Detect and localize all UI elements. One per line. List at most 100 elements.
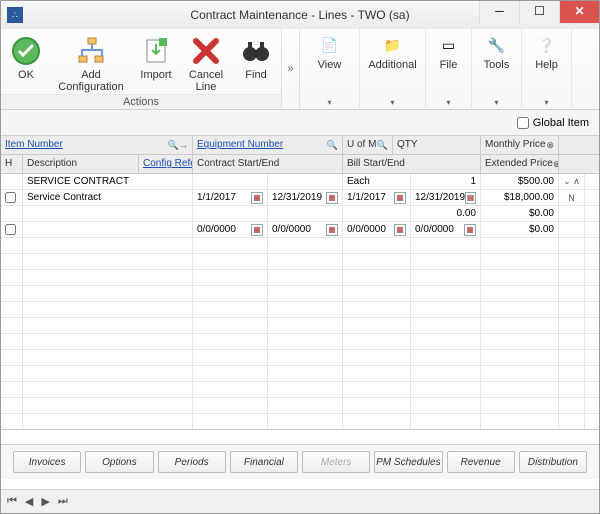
chevron-down-icon: ▾ xyxy=(426,98,471,107)
col-contract-start-end[interactable]: Contract Start/End xyxy=(193,155,343,173)
table-row[interactable] xyxy=(1,350,599,366)
group-caption-actions: Actions xyxy=(1,94,281,109)
calendar-icon[interactable]: ▦ xyxy=(251,192,263,204)
cell-extended[interactable]: $0.00 xyxy=(481,222,559,237)
table-row[interactable]: SERVICE CONTRACT Each 1 $500.00 ⌄ ∧ xyxy=(1,174,599,190)
cell-qty[interactable]: 0.00 xyxy=(411,206,481,221)
view-menu[interactable]: 📄 View ▾ xyxy=(300,29,360,109)
import-button[interactable]: Import xyxy=(131,29,181,95)
find-button[interactable]: Find xyxy=(231,29,281,95)
app-icon: ∴ xyxy=(7,7,23,23)
col-bill-start-end[interactable]: Bill Start/End xyxy=(343,155,481,173)
sort-icon[interactable]: ⊗ xyxy=(553,157,559,171)
table-row[interactable] xyxy=(1,302,599,318)
calendar-icon[interactable]: ▦ xyxy=(326,192,338,204)
calendar-icon[interactable]: ▦ xyxy=(394,224,406,236)
grid-body[interactable]: SERVICE CONTRACT Each 1 $500.00 ⌄ ∧ Serv… xyxy=(1,174,599,430)
options-button[interactable]: Options xyxy=(85,451,153,473)
nav-last-icon[interactable]: ⏭ xyxy=(58,495,68,508)
cell-monthly[interactable]: $500.00 xyxy=(481,174,559,189)
col-uom[interactable]: U of M🔍 xyxy=(343,136,393,154)
ok-button[interactable]: OK xyxy=(1,29,51,95)
calendar-icon[interactable]: ▦ xyxy=(326,224,338,236)
tools-menu[interactable]: 🔧 Tools ▾ xyxy=(472,29,522,109)
cell-item[interactable]: SERVICE CONTRACT xyxy=(23,174,193,189)
col-h[interactable]: H xyxy=(1,155,23,173)
maximize-button[interactable]: ☐ xyxy=(519,1,559,23)
lookup-icon[interactable]: 🔍 xyxy=(377,138,388,152)
table-row[interactable]: 0.00 $0.00 xyxy=(1,206,599,222)
global-item-checkbox[interactable] xyxy=(517,117,529,129)
col-monthly-price[interactable]: Monthly Price⊗ xyxy=(481,136,559,154)
ribbon-group-menus: 📄 View ▾ 📁 Additional ▾ ▭ File ▾ 🔧 Tools… xyxy=(300,29,572,109)
cell-bill-start[interactable]: 1/1/2017▦ xyxy=(343,190,411,205)
table-row[interactable]: Service Contract 1/1/2017▦ 12/31/2019▦ 1… xyxy=(1,190,599,206)
table-row[interactable] xyxy=(1,366,599,382)
document-icon: 📄 xyxy=(320,35,340,55)
table-row[interactable] xyxy=(1,254,599,270)
nav-next-icon[interactable]: ▶ xyxy=(41,495,49,508)
row-checkbox[interactable] xyxy=(5,192,16,203)
row-checkbox[interactable] xyxy=(5,224,16,235)
row-expand-icon[interactable]: ⌄ ∧ xyxy=(559,174,585,189)
calendar-icon[interactable]: ▦ xyxy=(465,192,476,204)
col-config-reference[interactable]: Config Reference🔍 xyxy=(139,155,193,173)
lookup-icon[interactable]: 🔍 xyxy=(327,138,338,152)
nav-prev-icon[interactable]: ◀ xyxy=(25,495,33,508)
sort-icon[interactable]: ⊗ xyxy=(546,138,554,152)
cell-contract-start[interactable]: 1/1/2017▦ xyxy=(193,190,268,205)
revenue-button[interactable]: Revenue xyxy=(447,451,515,473)
cell-bill-start[interactable]: 0/0/0000▦ xyxy=(343,222,411,237)
cell-contract-end[interactable]: 0/0/0000▦ xyxy=(268,222,343,237)
ribbon-expander[interactable]: » xyxy=(282,29,300,109)
col-equipment-number[interactable]: Equipment Number🔍 xyxy=(193,136,343,154)
cell-monthly[interactable]: $0.00 xyxy=(481,206,559,221)
nav-first-icon[interactable]: ⏮ xyxy=(7,495,17,508)
financial-button[interactable]: Financial xyxy=(230,451,298,473)
col-item-number[interactable]: Item Number🔍→ xyxy=(1,136,193,154)
calendar-icon[interactable]: ▦ xyxy=(394,192,406,204)
col-qty[interactable]: QTY xyxy=(393,136,481,154)
table-row[interactable] xyxy=(1,398,599,414)
help-menu[interactable]: ❔ Help ▾ xyxy=(522,29,572,109)
col-description[interactable]: Description xyxy=(23,155,139,173)
pm-schedules-button[interactable]: PM Schedules xyxy=(374,451,442,473)
table-row[interactable] xyxy=(1,382,599,398)
table-row[interactable] xyxy=(1,334,599,350)
additional-menu[interactable]: 📁 Additional ▾ xyxy=(360,29,426,109)
table-row[interactable] xyxy=(1,270,599,286)
cell-extended[interactable]: $18,000.00 xyxy=(481,190,559,205)
table-row[interactable] xyxy=(1,414,599,430)
title-bar: ∴ Contract Maintenance - Lines - TWO (sa… xyxy=(1,1,599,29)
table-row[interactable] xyxy=(1,318,599,334)
table-row[interactable]: 0/0/0000▦ 0/0/0000▦ 0/0/0000▦ 0/0/0000▦ … xyxy=(1,222,599,238)
cell-bill-end[interactable]: 12/31/2019▦ xyxy=(411,190,481,205)
grid: Item Number🔍→ Equipment Number🔍 U of M🔍 … xyxy=(1,136,599,430)
lookup-icon[interactable]: 🔍→ xyxy=(168,138,188,152)
close-button[interactable]: ✕ xyxy=(559,1,599,23)
options-row: Global Item xyxy=(1,110,599,136)
add-configuration-button[interactable]: Add Configuration xyxy=(51,29,131,95)
cell-description[interactable]: Service Contract xyxy=(23,190,193,205)
grid-header-row2: H Description Config Reference🔍 Contract… xyxy=(1,155,599,174)
footer-buttons: Invoices Options Periods Financial Meter… xyxy=(1,444,599,479)
cell-bill-end[interactable]: 0/0/0000▦ xyxy=(411,222,481,237)
table-row[interactable] xyxy=(1,286,599,302)
col-extended-price[interactable]: Extended Price⊗ xyxy=(481,155,559,173)
periods-button[interactable]: Periods xyxy=(158,451,226,473)
check-circle-icon xyxy=(10,35,42,67)
cell-contract-end[interactable]: 12/31/2019▦ xyxy=(268,190,343,205)
file-menu[interactable]: ▭ File ▾ xyxy=(426,29,472,109)
calendar-icon[interactable]: ▦ xyxy=(464,224,476,236)
cancel-line-button[interactable]: Cancel Line xyxy=(181,29,231,95)
invoices-button[interactable]: Invoices xyxy=(13,451,81,473)
minimize-button[interactable]: ─ xyxy=(479,1,519,23)
distribution-button[interactable]: Distribution xyxy=(519,451,587,473)
chevron-down-icon: ▾ xyxy=(472,98,521,107)
table-row[interactable] xyxy=(1,238,599,254)
status-bar: ⏮ ◀ ▶ ⏭ xyxy=(1,489,599,513)
cell-uom[interactable]: Each xyxy=(343,174,411,189)
calendar-icon[interactable]: ▦ xyxy=(251,224,263,236)
cell-qty[interactable]: 1 xyxy=(411,174,481,189)
cell-contract-start[interactable]: 0/0/0000▦ xyxy=(193,222,268,237)
